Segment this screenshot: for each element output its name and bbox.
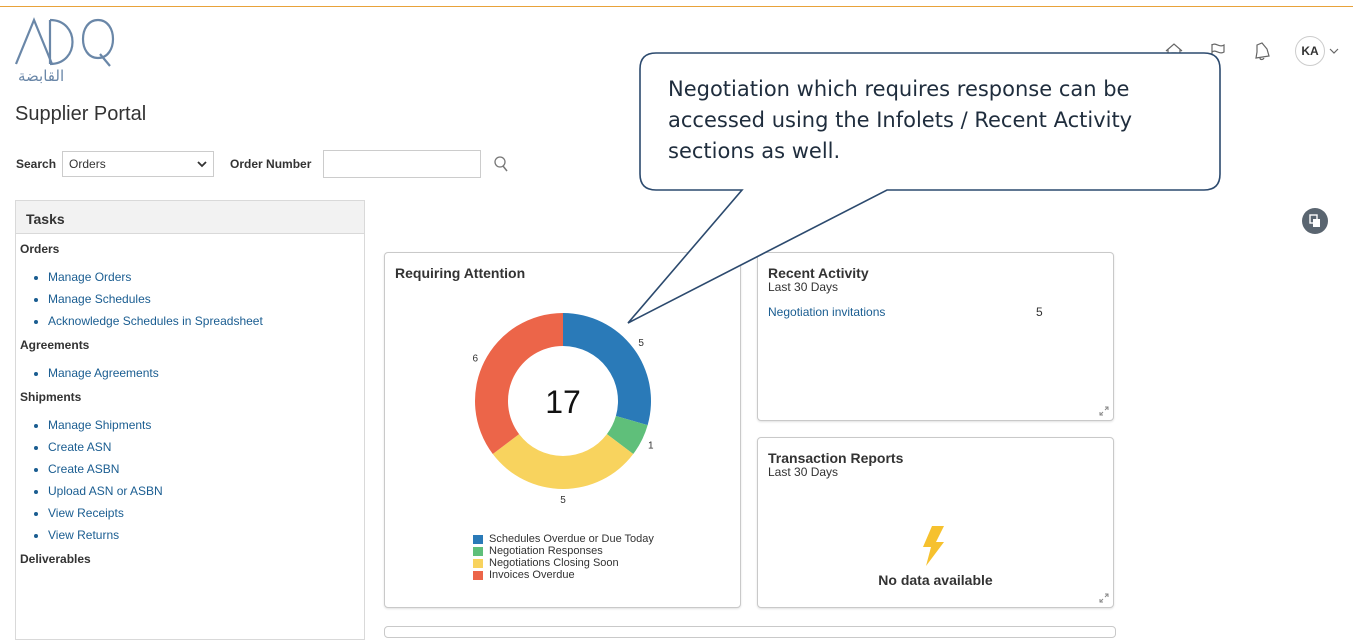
legend-item-0: Schedules Overdue or Due Today (473, 533, 654, 545)
legend-swatch (473, 546, 483, 556)
top-accent-line (0, 6, 1353, 7)
flag-icon[interactable] (1207, 40, 1229, 62)
no-data-text: No data available (878, 572, 993, 588)
transaction-reports-title: Transaction Reports (768, 450, 904, 466)
donut-value-label-2: 5 (560, 495, 566, 506)
order-number-input[interactable] (323, 150, 482, 178)
search-icon[interactable] (493, 155, 509, 173)
search-type-value: Orders (69, 157, 106, 171)
copy-icon[interactable] (1302, 208, 1328, 234)
task-manage-shipments[interactable]: Manage Shipments (48, 418, 364, 432)
donut-value-label-0: 5 (638, 338, 644, 349)
avatar[interactable]: KA (1295, 36, 1325, 66)
legend-label: Invoices Overdue (489, 569, 575, 581)
legend-label: Negotiations Closing Soon (489, 557, 619, 569)
task-manage-orders[interactable]: Manage Orders (48, 270, 364, 284)
donut-value-label-1: 1 (648, 441, 654, 452)
tasks-section-orders: Orders (20, 242, 60, 256)
legend-label: Schedules Overdue or Due Today (489, 533, 654, 545)
task-view-receipts[interactable]: View Receipts (48, 506, 364, 520)
logo-arabic-text: القابضة (18, 67, 64, 84)
lightning-icon (923, 526, 944, 566)
task-manage-agreements[interactable]: Manage Agreements (48, 366, 364, 380)
bell-icon[interactable] (1251, 40, 1273, 62)
search-label: Search (16, 157, 57, 171)
transaction-reports-card[interactable]: Transaction Reports Last 30 Days No data… (757, 437, 1114, 608)
portal-title: Supplier Portal (15, 103, 147, 125)
recent-activity-title: Recent Activity (768, 265, 869, 281)
task-view-returns[interactable]: View Returns (48, 528, 364, 542)
callout-line-1: Negotiation which requires response can … (668, 77, 1130, 101)
legend-item-1: Negotiation Responses (473, 545, 654, 557)
chevron-down-icon (1329, 48, 1339, 54)
legend-item-3: Invoices Overdue (473, 569, 654, 581)
negotiation-invitations-link[interactable]: Negotiation invitations (768, 305, 885, 319)
home-icon[interactable] (1163, 40, 1185, 62)
requiring-attention-donut-chart: 5 1 5 6 17 (472, 313, 654, 506)
legend-swatch (473, 558, 483, 568)
tasks-section-shipments: Shipments (20, 390, 82, 404)
order-number-label: Order Number (230, 157, 312, 171)
tasks-panel: Tasks Orders Manage Orders Manage Schedu… (15, 200, 365, 640)
donut-value-label-3: 6 (472, 353, 478, 364)
negotiation-invitations-count: 5 (1036, 305, 1043, 319)
donut-center-total: 17 (545, 384, 581, 420)
task-upload-asn[interactable]: Upload ASN or ASBN (48, 484, 364, 498)
legend-swatch (473, 534, 483, 544)
callout-line-2: accessed using the Infolets / Recent Act… (668, 108, 1133, 132)
tasks-section-agreements: Agreements (20, 338, 90, 352)
transaction-reports-subtitle: Last 30 Days (768, 465, 839, 479)
tasks-title: Tasks (16, 201, 364, 234)
task-create-asbn[interactable]: Create ASBN (48, 462, 364, 476)
donut-slice-2[interactable] (492, 434, 634, 489)
legend-swatch (473, 570, 483, 580)
callout-line-3: sections as well. (668, 139, 841, 163)
requiring-attention-title: Requiring Attention (395, 265, 526, 281)
chevron-down-icon (197, 161, 207, 168)
legend-label: Negotiation Responses (489, 545, 603, 557)
expand-icon[interactable] (1099, 593, 1109, 603)
requiring-attention-card[interactable]: Requiring Attention 5 1 5 6 17 Schedules Ove… (384, 252, 741, 608)
recent-activity-card[interactable]: Recent Activity Last 30 Days Negotiation… (757, 252, 1114, 421)
user-menu[interactable]: KA (1295, 36, 1339, 66)
global-header-icons: KA (1163, 36, 1339, 66)
task-create-asn[interactable]: Create ASN (48, 440, 364, 454)
recent-activity-subtitle: Last 30 Days (768, 280, 839, 294)
chart-legend: Schedules Overdue or Due Today Negotiatio… (473, 533, 654, 581)
callout-text: Negotiation which requires response can … (668, 74, 1198, 167)
expand-icon[interactable] (1099, 406, 1109, 416)
logo-mark: القابضة (14, 17, 114, 85)
adq-logo[interactable]: القابضة (14, 14, 124, 85)
legend-item-2: Negotiations Closing Soon (473, 557, 654, 569)
task-acknowledge-schedules[interactable]: Acknowledge Schedules in Spreadsheet (48, 314, 364, 328)
tasks-section-deliverables: Deliverables (20, 552, 91, 566)
search-bar: Search Orders Order Number (16, 150, 509, 178)
search-type-select[interactable]: Orders (62, 151, 215, 177)
task-manage-schedules[interactable]: Manage Schedules (48, 292, 364, 306)
next-card (384, 626, 1116, 638)
